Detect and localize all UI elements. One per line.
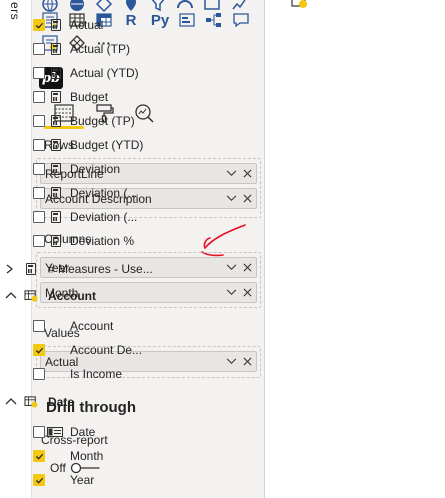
close-icon[interactable] bbox=[240, 286, 254, 300]
field-item-actual[interactable]: Actual bbox=[0, 14, 179, 36]
checkbox[interactable] bbox=[33, 67, 45, 79]
field-item-deviation[interactable]: Deviation bbox=[0, 158, 179, 180]
qa-icon[interactable] bbox=[231, 10, 251, 30]
table-icon bbox=[24, 396, 38, 408]
checkbox[interactable] bbox=[33, 211, 45, 223]
close-icon[interactable] bbox=[240, 355, 254, 369]
calculator-icon bbox=[51, 19, 61, 31]
close-icon[interactable] bbox=[240, 167, 254, 181]
chevron-down-icon[interactable] bbox=[224, 192, 238, 206]
checkbox[interactable] bbox=[33, 368, 45, 380]
hierarchy-icon bbox=[47, 427, 63, 437]
calculator-icon bbox=[51, 139, 61, 151]
checkbox-checked[interactable] bbox=[33, 19, 45, 31]
field-item-actual-tp[interactable]: Actual (TP) bbox=[0, 38, 179, 60]
checkbox-checked[interactable] bbox=[33, 344, 45, 356]
field-item-is-income[interactable]: Is Income bbox=[0, 363, 179, 385]
chevron-right-icon[interactable] bbox=[5, 264, 17, 274]
checkbox-checked[interactable] bbox=[33, 474, 45, 486]
checkbox[interactable] bbox=[33, 320, 45, 332]
checkbox[interactable] bbox=[33, 43, 45, 55]
checkbox[interactable] bbox=[33, 163, 45, 175]
account-table-header[interactable]: Account bbox=[0, 285, 179, 307]
table-icon bbox=[24, 290, 38, 302]
calculator-icon bbox=[51, 115, 61, 127]
chevron-down-icon[interactable] bbox=[224, 261, 238, 275]
checkbox[interactable] bbox=[33, 91, 45, 103]
calculator-icon bbox=[51, 67, 61, 79]
checkbox[interactable] bbox=[33, 115, 45, 127]
calculator-icon bbox=[51, 187, 61, 199]
calculator-icon bbox=[51, 235, 61, 247]
calculator-icon bbox=[51, 43, 61, 55]
key-influencers-icon[interactable] bbox=[177, 10, 197, 30]
field-item-deviation-2[interactable]: Deviation (... bbox=[0, 182, 179, 204]
checkbox[interactable] bbox=[33, 426, 45, 438]
chevron-down-icon[interactable] bbox=[224, 355, 238, 369]
checkbox[interactable] bbox=[33, 235, 45, 247]
field-item-account[interactable]: Account bbox=[0, 315, 179, 337]
field-item-date[interactable]: Date bbox=[0, 421, 179, 443]
close-icon[interactable] bbox=[240, 261, 254, 275]
decomposition-tree-icon[interactable] bbox=[204, 10, 224, 30]
field-item-actual-ytd[interactable]: Actual (YTD) bbox=[0, 62, 179, 84]
date-table-header[interactable]: Date bbox=[0, 391, 179, 413]
field-item-budget-tp[interactable]: Budget (TP) bbox=[0, 110, 179, 132]
field-item-account-description[interactable]: Account De... bbox=[0, 339, 179, 361]
field-item-deviation-3[interactable]: Deviation (... bbox=[0, 206, 179, 228]
field-item-budget-ytd[interactable]: Budget (YTD) bbox=[0, 134, 179, 156]
chevron-up-icon[interactable] bbox=[5, 397, 17, 407]
calculator-icon bbox=[51, 211, 61, 223]
fields-pane bbox=[266, 0, 445, 498]
table-icon bbox=[291, 0, 307, 8]
checkbox-checked[interactable] bbox=[33, 450, 45, 462]
measures-table-header[interactable]: # Measures - Use... bbox=[0, 258, 179, 280]
checkbox[interactable] bbox=[33, 139, 45, 151]
chevron-up-icon[interactable] bbox=[5, 291, 17, 301]
field-item-budget[interactable]: Budget bbox=[0, 86, 179, 108]
field-item-month[interactable]: Month bbox=[0, 445, 179, 467]
chevron-down-icon[interactable] bbox=[224, 286, 238, 300]
field-item-year[interactable]: Year bbox=[0, 469, 179, 491]
close-icon[interactable] bbox=[240, 192, 254, 206]
chevron-down-icon[interactable] bbox=[224, 167, 238, 181]
field-item-deviation-pct[interactable]: Deviation % bbox=[0, 230, 179, 252]
calculator-icon bbox=[26, 263, 36, 275]
checkbox[interactable] bbox=[33, 187, 45, 199]
calculator-icon bbox=[51, 163, 61, 175]
calculator-icon bbox=[51, 91, 61, 103]
